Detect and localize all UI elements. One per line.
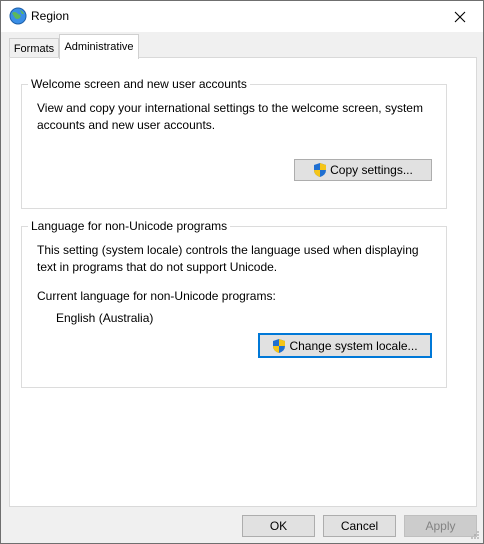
- window-title: Region: [31, 9, 70, 23]
- current-language-label: Current language for non-Unicode program…: [37, 289, 276, 303]
- cancel-button[interactable]: Cancel: [323, 515, 396, 537]
- welcome-group-description: View and copy your international setting…: [37, 101, 423, 132]
- apply-button[interactable]: Apply: [404, 515, 477, 537]
- non-unicode-description: This setting (system locale) controls th…: [37, 243, 419, 274]
- non-unicode-group-title: Language for non-Unicode programs: [28, 219, 231, 233]
- tab-strip: Formats Administrative: [1, 32, 483, 59]
- close-button[interactable]: [437, 1, 483, 32]
- non-unicode-group: Language for non-Unicode programs This s…: [21, 219, 447, 388]
- copy-settings-button[interactable]: Copy settings...: [294, 159, 432, 181]
- globe-icon: [9, 7, 27, 25]
- region-dialog: Region Formats Administrative Welcome sc…: [0, 0, 484, 544]
- welcome-group-title: Welcome screen and new user accounts: [28, 77, 250, 91]
- change-system-locale-button[interactable]: Change system locale...: [258, 333, 432, 358]
- tab-administrative[interactable]: Administrative: [59, 34, 139, 59]
- current-language-value: English (Australia): [56, 311, 154, 325]
- change-system-locale-label: Change system locale...: [289, 338, 418, 353]
- uac-shield-icon: [314, 163, 327, 177]
- copy-settings-label: Copy settings...: [330, 163, 413, 177]
- title-bar[interactable]: Region: [1, 1, 483, 32]
- tab-formats[interactable]: Formats: [9, 38, 59, 59]
- uac-shield-icon: [273, 338, 286, 353]
- close-icon: [454, 11, 466, 22]
- administrative-panel: Welcome screen and new user accounts Vie…: [9, 57, 477, 507]
- welcome-screen-group: Welcome screen and new user accounts Vie…: [21, 77, 447, 209]
- resize-grip-icon[interactable]: [470, 530, 480, 540]
- ok-button[interactable]: OK: [242, 515, 315, 537]
